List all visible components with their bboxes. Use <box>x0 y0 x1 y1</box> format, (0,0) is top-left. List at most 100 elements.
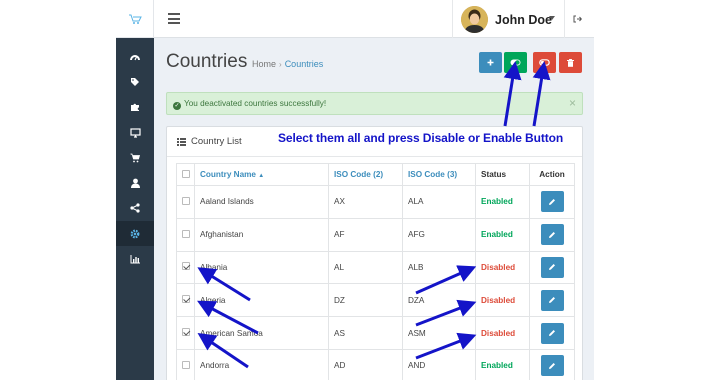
select-all-checkbox[interactable] <box>182 169 190 178</box>
pencil-icon <box>549 330 555 337</box>
alert-close-button[interactable]: × <box>569 96 576 110</box>
col-country-name[interactable]: Country Name ▲ <box>194 163 329 186</box>
share-icon <box>130 203 140 214</box>
sidebar-item-design[interactable] <box>116 120 154 145</box>
country-table: Country Name ▲ ISO Code (2) ISO Code (3)… <box>176 163 575 380</box>
row-checkbox[interactable] <box>182 196 190 205</box>
cell-action <box>529 217 575 252</box>
cell-iso3: DZA <box>402 283 476 318</box>
pencil-icon <box>549 198 555 205</box>
col-status: Status <box>475 163 530 186</box>
cell-iso2: AX <box>328 185 403 219</box>
sidebar-item-extensions[interactable] <box>116 95 154 120</box>
cell-iso3: ALA <box>402 185 476 219</box>
breadcrumb-current[interactable]: Countries <box>285 59 324 69</box>
cart-icon <box>130 153 140 163</box>
sidebar-item-dashboard[interactable] <box>116 44 154 69</box>
edit-button[interactable] <box>540 289 564 311</box>
edit-button[interactable] <box>540 322 564 344</box>
logo[interactable] <box>116 0 154 38</box>
row-checkbox[interactable] <box>182 262 190 271</box>
app-window: John Doe Countries Home › Countries ✓ You d… <box>0 0 710 380</box>
table-row: Albania AL ALB Disabled <box>176 250 575 285</box>
add-button[interactable] <box>479 52 502 73</box>
check-circle-icon: ✓ <box>173 102 181 110</box>
main-content: Countries Home › Countries ✓ You deactivate… <box>154 38 594 380</box>
trash-icon <box>567 58 574 67</box>
disable-button[interactable] <box>533 52 556 73</box>
row-select-cell <box>176 185 195 219</box>
pencil-icon <box>549 231 555 238</box>
panel-title: Country List <box>191 136 242 147</box>
country-list-panel: Country List Country Name ▲ ISO Code (2)… <box>166 126 583 380</box>
cell-action <box>529 250 575 285</box>
puzzle-icon <box>131 103 139 112</box>
breadcrumb-home[interactable]: Home <box>252 59 276 69</box>
edit-button[interactable] <box>540 256 564 278</box>
sort-asc-icon: ▲ <box>258 173 265 179</box>
tags-icon <box>131 77 139 86</box>
pencil-icon <box>549 362 555 369</box>
cell-status: Enabled <box>475 348 530 380</box>
row-select-cell <box>176 348 195 380</box>
plus-icon <box>487 59 494 66</box>
row-checkbox[interactable] <box>182 328 190 337</box>
cell-status: Disabled <box>475 250 530 285</box>
col-iso3[interactable]: ISO Code (3) <box>402 163 476 186</box>
enable-button[interactable] <box>504 52 527 73</box>
alert-message: ✓ You deactivated countries successfully! <box>173 99 326 110</box>
user-name: John Doe <box>495 13 552 27</box>
sidebar-item-tags[interactable] <box>116 69 154 94</box>
user-menu[interactable]: John Doe <box>452 0 565 38</box>
bar-chart-icon <box>130 255 140 264</box>
cart-logo-icon <box>128 14 142 24</box>
row-select-cell <box>176 250 195 285</box>
page-title: Countries <box>166 51 248 72</box>
row-checkbox[interactable] <box>182 295 190 304</box>
sidebar-item-sales[interactable] <box>116 145 154 170</box>
col-action: Action <box>529 163 575 186</box>
toggle-on-icon <box>510 59 521 66</box>
cell-country-name: American Samoa <box>194 316 329 350</box>
top-navbar: John Doe <box>154 0 594 38</box>
sidebar-item-marketing[interactable] <box>116 196 154 221</box>
edit-button[interactable] <box>540 355 564 377</box>
edit-button[interactable] <box>540 191 564 213</box>
sign-out-icon[interactable] <box>573 15 582 23</box>
edit-button[interactable] <box>540 224 564 246</box>
pencil-icon <box>549 264 555 271</box>
breadcrumb: Home › Countries <box>252 59 323 69</box>
cell-iso2: DZ <box>328 283 403 318</box>
success-alert: ✓ You deactivated countries successfully!… <box>166 92 583 115</box>
row-checkbox[interactable] <box>182 229 190 238</box>
dashboard-icon <box>130 54 140 60</box>
cell-country-name: Albania <box>194 250 329 285</box>
cell-action <box>529 185 575 219</box>
sidebar-item-reports[interactable] <box>116 246 154 271</box>
caret-down-icon <box>549 16 555 20</box>
delete-button[interactable] <box>559 52 582 73</box>
user-icon <box>130 178 140 189</box>
cell-status: Enabled <box>475 185 530 219</box>
row-select-cell <box>176 283 195 318</box>
sidebar <box>116 0 154 380</box>
cell-status: Enabled <box>475 217 530 252</box>
cell-status: Disabled <box>475 316 530 350</box>
sidebar-item-system[interactable] <box>116 221 154 247</box>
cell-iso3: AFG <box>402 217 476 252</box>
table-body: Aaland Islands AX ALA Enabled Afghanistan AF A… <box>176 185 575 380</box>
cell-iso2: AF <box>328 217 403 252</box>
sidebar-item-customers[interactable] <box>116 170 154 195</box>
col-iso2[interactable]: ISO Code (2) <box>328 163 403 186</box>
cell-iso3: AND <box>402 348 476 380</box>
gear-icon <box>130 229 140 239</box>
table-row: Algeria DZ DZA Disabled <box>176 283 575 318</box>
table-row: American Samoa AS ASM Disabled <box>176 316 575 350</box>
toggle-off-icon <box>539 59 550 66</box>
table-row: Afghanistan AF AFG Enabled <box>176 217 575 252</box>
menu-toggle-icon[interactable] <box>168 13 180 24</box>
table-row: Aaland Islands AX ALA Enabled <box>176 185 575 219</box>
pencil-icon <box>549 297 555 304</box>
row-checkbox[interactable] <box>182 360 190 369</box>
cell-country-name: Afghanistan <box>194 217 329 252</box>
